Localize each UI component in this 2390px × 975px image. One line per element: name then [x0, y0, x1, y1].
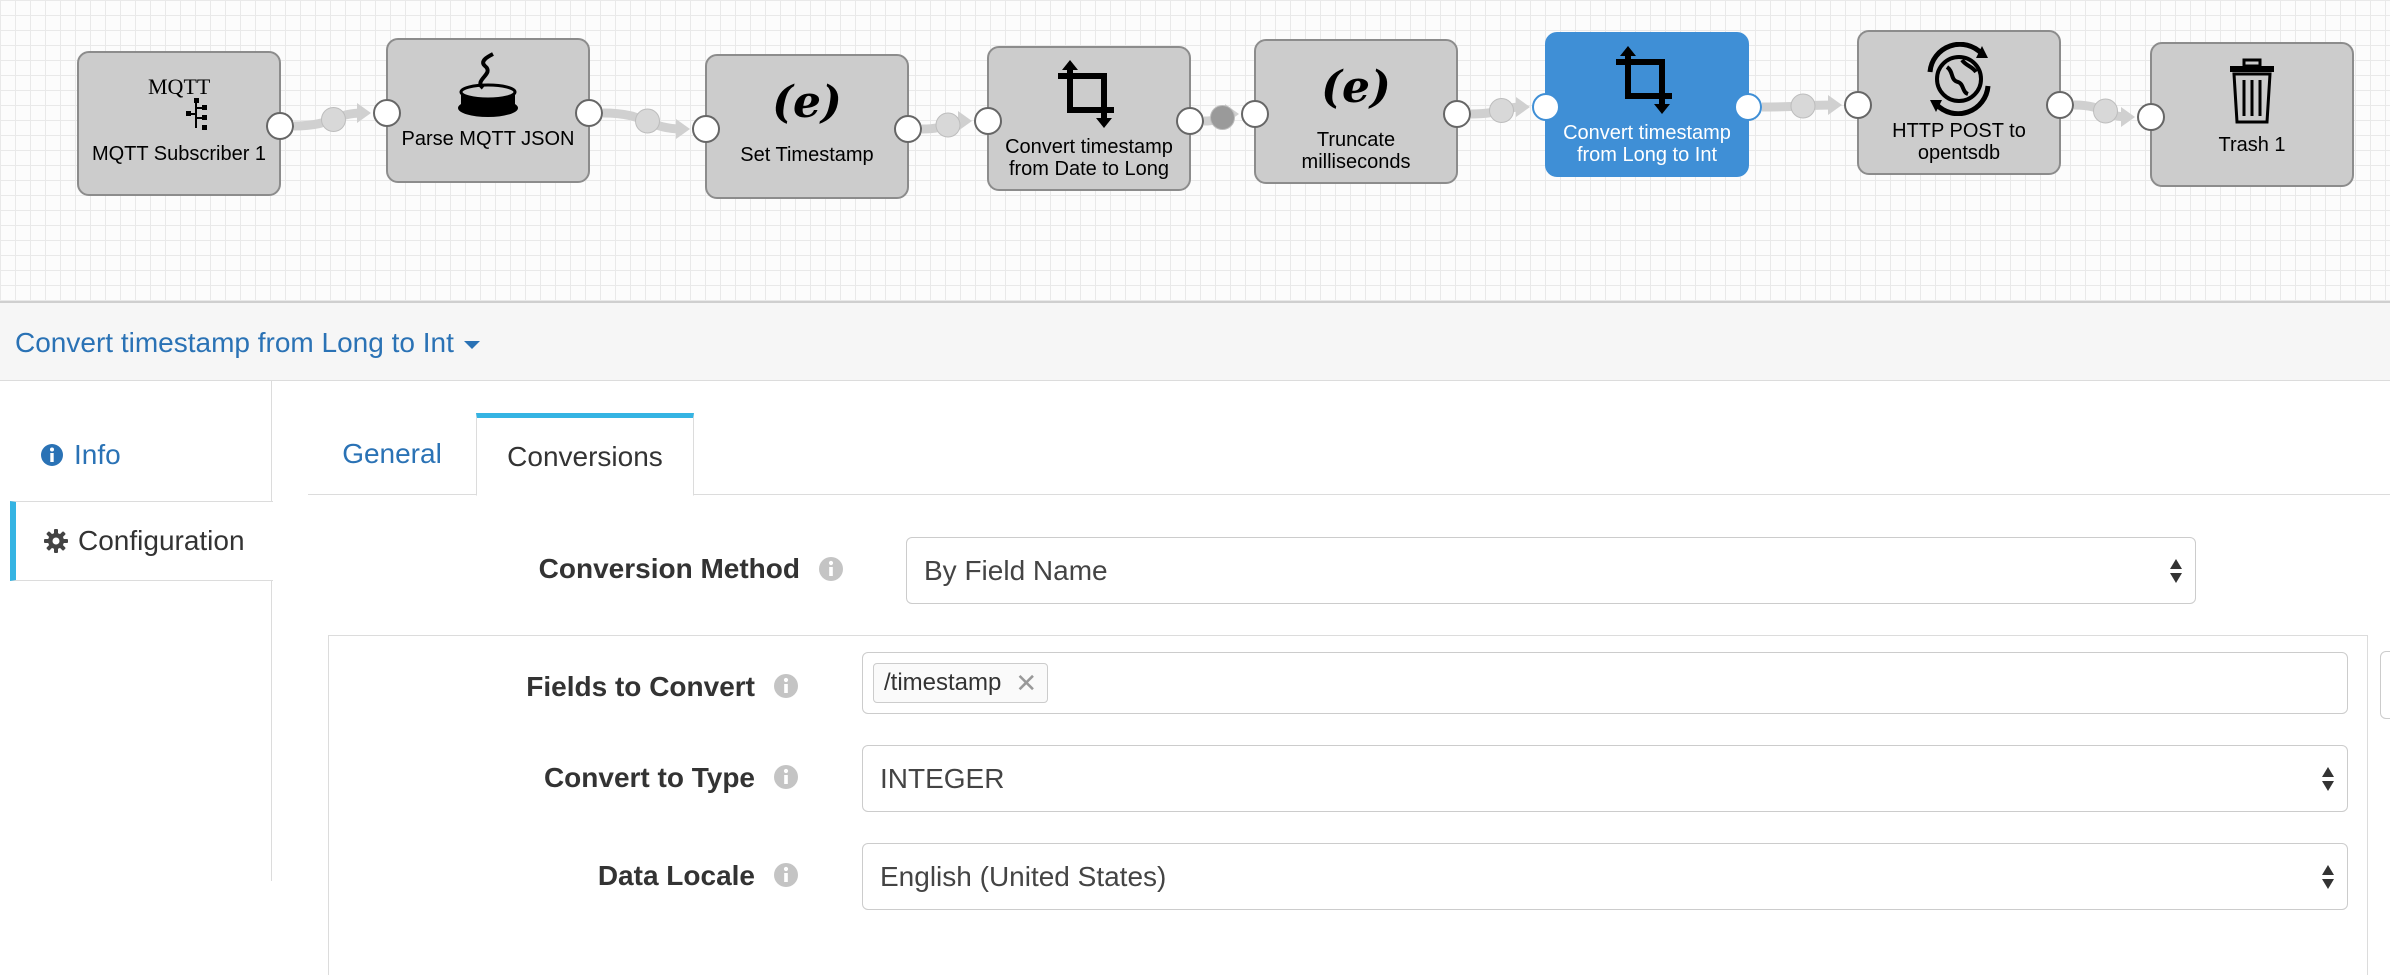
expression-icon: (e) — [1256, 53, 1456, 123]
link-preview-icon[interactable] — [321, 107, 346, 132]
svg-text:(e): (e) — [1321, 62, 1391, 113]
crop-icon — [989, 60, 1189, 130]
stage-set-timestamp[interactable]: (e) Set Timestamp — [692, 54, 922, 199]
output-port[interactable] — [2046, 91, 2074, 119]
fields-to-convert-input[interactable]: /timestamp ✕ — [862, 652, 2348, 714]
side-nav-info[interactable]: Info — [10, 415, 272, 495]
svg-text:MQTT: MQTT — [148, 74, 211, 99]
input-port[interactable] — [373, 99, 401, 127]
link-preview-icon[interactable] — [1790, 93, 1816, 119]
stage-label: Truncate milliseconds — [1301, 129, 1411, 173]
input-port[interactable] — [1532, 93, 1560, 121]
info-circle-icon — [40, 443, 64, 467]
mqtt-icon: MQTT — [79, 65, 279, 135]
gear-icon — [44, 529, 68, 553]
input-port[interactable] — [2137, 103, 2165, 131]
info-icon[interactable] — [773, 764, 799, 790]
convert-to-type-label: Convert to Type — [543, 762, 755, 793]
link-arrow-icon — [676, 119, 690, 139]
output-port[interactable] — [1443, 100, 1471, 128]
link-preview-icon[interactable] — [2093, 98, 2118, 124]
http-globe-icon — [1859, 42, 2059, 116]
stage-label: Convert timestamp from Date to Long — [1005, 136, 1173, 180]
data-locale-select[interactable]: English (United States) — [862, 843, 2348, 910]
tab-general[interactable]: General — [308, 413, 476, 495]
output-port[interactable] — [1734, 93, 1762, 121]
stage-title: Convert timestamp from Long to Int — [15, 327, 454, 358]
link-preview-icon[interactable] — [1489, 98, 1514, 123]
stage-title-dropdown[interactable]: Convert timestamp from Long to Int — [15, 327, 480, 359]
link-arrow-icon — [1828, 95, 1842, 115]
stage-label: Set Timestamp — [740, 144, 874, 166]
info-icon[interactable] — [773, 673, 799, 699]
fields-to-convert-label: Fields to Convert — [526, 671, 755, 702]
convert-to-type-select[interactable]: INTEGER — [862, 745, 2348, 812]
stage-convert-long-to-int[interactable]: Convert timestamp from Long to Int — [1532, 32, 1762, 177]
stage-convert-date-to-long[interactable]: Convert timestamp from Date to Long — [974, 46, 1204, 191]
caret-down-icon — [463, 340, 480, 349]
output-port[interactable] — [1176, 107, 1204, 135]
output-port[interactable] — [266, 112, 294, 140]
conversion-method-select[interactable]: By Field Name — [906, 537, 2196, 604]
input-port[interactable] — [974, 107, 1002, 135]
tab-conversions[interactable]: Conversions — [476, 413, 694, 496]
conversion-method-value: By Field Name — [924, 554, 1108, 586]
stage-label: Parse MQTT JSON — [401, 128, 575, 150]
stage-label: Trash 1 — [2218, 134, 2286, 156]
stage-label: Convert timestamp from Long to Int — [1563, 122, 1731, 166]
select-arrows-icon — [2322, 766, 2334, 791]
link-arrow-icon — [1516, 97, 1530, 117]
conversion-method-label: Conversion Method — [538, 553, 800, 584]
pipeline-canvas[interactable]: MQTT MQTT Subscriber 1 Parse MQTT JSON (… — [0, 0, 2390, 303]
expression-icon: (e) — [707, 68, 907, 138]
svg-text:(e): (e) — [772, 77, 842, 128]
crop-icon — [1547, 46, 1747, 116]
convert-to-type-value: INTEGER — [880, 762, 1005, 794]
input-port[interactable] — [1844, 91, 1872, 119]
info-icon[interactable] — [818, 556, 844, 582]
stage-parse-mqtt-json[interactable]: Parse MQTT JSON — [373, 38, 603, 183]
stage-http-post-opentsdb[interactable]: HTTP POST to opentsdb — [1844, 30, 2074, 175]
side-nav-configuration-label: Configuration — [78, 525, 245, 556]
select-arrows-icon — [2170, 558, 2182, 583]
data-locale-value: English (United States) — [880, 860, 1167, 892]
field-tag-label: /timestamp — [884, 669, 1002, 696]
info-icon[interactable] — [773, 862, 799, 888]
side-nav-info-label: Info — [74, 439, 121, 470]
input-port[interactable] — [692, 115, 720, 143]
panel-side-button[interactable] — [2380, 651, 2390, 719]
side-nav: Info Configuration — [0, 381, 273, 881]
output-port[interactable] — [894, 115, 922, 143]
tag-remove-icon[interactable]: ✕ — [1015, 668, 1037, 699]
link-preview-icon[interactable] — [635, 108, 660, 134]
input-port[interactable] — [1241, 100, 1269, 128]
link-preview-icon[interactable] — [1210, 105, 1235, 130]
stage-mqtt-subscriber[interactable]: MQTT MQTT Subscriber 1 — [77, 51, 294, 196]
link-arrow-icon — [357, 103, 371, 123]
output-port[interactable] — [575, 99, 603, 127]
link-arrow-icon — [2121, 107, 2135, 127]
stage-label: HTTP POST to opentsdb — [1892, 120, 2026, 164]
data-locale-label: Data Locale — [597, 860, 755, 891]
side-nav-configuration[interactable]: Configuration — [10, 501, 273, 581]
stage-truncate-milliseconds[interactable]: (e) Truncate milliseconds — [1241, 39, 1471, 184]
trash-icon — [2152, 56, 2352, 126]
select-arrows-icon — [2322, 864, 2334, 889]
stage-trash[interactable]: Trash 1 — [2137, 42, 2354, 187]
link-preview-icon[interactable] — [935, 112, 961, 138]
field-tag: /timestamp ✕ — [873, 663, 1049, 703]
config-tabs: General Conversions — [308, 413, 2390, 496]
detail-header: Convert timestamp from Long to Int — [0, 303, 2390, 381]
jython-icon — [388, 52, 588, 122]
stage-label: MQTT Subscriber 1 — [91, 143, 267, 165]
